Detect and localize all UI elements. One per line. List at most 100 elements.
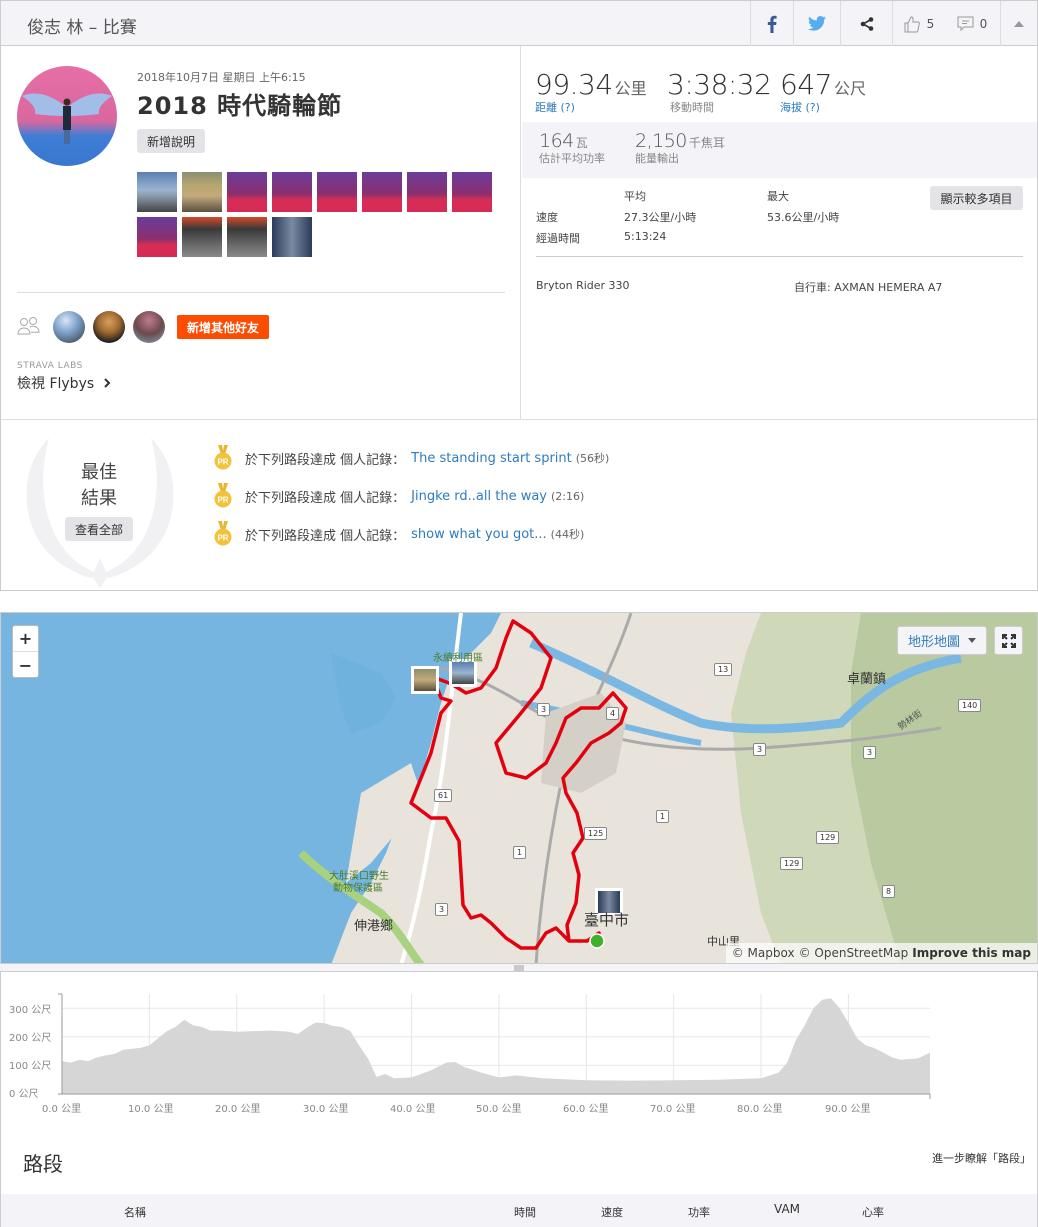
- pr-segment-link[interactable]: show what you got...: [411, 527, 547, 542]
- pr-medal-icon: PR: [214, 521, 232, 546]
- col-power[interactable]: 功率: [688, 1204, 710, 1220]
- photo-thumbnail[interactable]: [272, 217, 312, 257]
- pr-medal-icon: PR: [214, 445, 232, 470]
- photo-thumbnail[interactable]: [182, 217, 222, 257]
- view-flybys-link[interactable]: 檢視 Flybys: [17, 373, 111, 393]
- comments-button[interactable]: 0: [944, 1, 1000, 46]
- map-resize-handle[interactable]: [0, 964, 1038, 972]
- pr-segment-link[interactable]: Jingke rd..all the way: [411, 489, 547, 504]
- y-tick-label: 0 公尺: [9, 1089, 39, 1100]
- moving-time-value: 3:38:32: [667, 68, 772, 101]
- athlete-avatar[interactable]: [17, 66, 117, 166]
- pr-medal-icon: PR: [214, 483, 232, 508]
- route-shield: 61: [434, 789, 453, 802]
- route-shield: 1: [656, 810, 670, 823]
- route-map[interactable]: 卓蘭鎮 伸港鄉 中山里 臺中市 永續利用區 大肚溪口野生 動物保護區 勢林街 1…: [0, 612, 1038, 964]
- elapsed-label: 經過時間: [536, 232, 580, 245]
- energy-unit: 千焦耳: [688, 136, 725, 150]
- elapsed-value: 5:13:24: [624, 230, 667, 243]
- photo-thumbnail[interactable]: [272, 172, 312, 212]
- x-tick-label: 30.0 公里: [303, 1104, 349, 1115]
- elevation-label[interactable]: 海拔 (?): [780, 99, 866, 115]
- photo-thumbnail[interactable]: [407, 172, 447, 212]
- speed-max: 53.6公里/小時: [767, 211, 840, 224]
- add-friends-button[interactable]: 新增其他好友: [177, 315, 269, 339]
- bike-name[interactable]: 自行車: AXMAN HEMERA A7: [794, 279, 942, 295]
- x-tick-label: 80.0 公里: [737, 1104, 783, 1115]
- x-tick-label: 50.0 公里: [476, 1104, 522, 1115]
- map-type-label: 地形地圖: [907, 635, 960, 650]
- map-label: 臺中市: [584, 911, 630, 929]
- distance-label[interactable]: 距離 (?): [535, 99, 647, 115]
- col-time[interactable]: 時間: [514, 1204, 536, 1220]
- map-photo-marker[interactable]: [411, 666, 439, 694]
- best-title-line2: 結果: [81, 488, 117, 509]
- activity-title: 2018 時代騎輪節: [137, 92, 343, 120]
- col-heart-rate[interactable]: 心率: [862, 1204, 884, 1220]
- secondary-stats: 164 瓦 估計平均功率 2,150 千焦耳 能量輸出: [522, 122, 1037, 178]
- photo-thumbnail[interactable]: [137, 217, 177, 257]
- flyby-link-text: 檢視 Flybys: [17, 376, 95, 392]
- view-all-button[interactable]: 查看全部: [65, 517, 133, 541]
- segments-learn-more-link[interactable]: 進一步瞭解「路段」: [932, 1150, 1031, 1166]
- photo-thumbnail[interactable]: [227, 217, 267, 257]
- map-label: 永續利用區: [433, 653, 483, 664]
- map-label: 大肚溪口野生 動物保護區: [329, 871, 389, 895]
- x-tick-label: 70.0 公里: [650, 1104, 696, 1115]
- friend-avatar[interactable]: [53, 311, 85, 343]
- x-tick-label: 90.0 公里: [825, 1104, 871, 1115]
- photo-thumbnail[interactable]: [227, 172, 267, 212]
- pr-segment-link[interactable]: The standing start sprint: [411, 451, 572, 466]
- zoom-out-button[interactable]: −: [13, 652, 38, 678]
- route-shield: 8: [882, 885, 896, 898]
- share-button[interactable]: [840, 1, 892, 46]
- energy-stat: 2,150 千焦耳 能量輸出: [635, 130, 725, 166]
- stats-panel: 99.34 公里 距離 (?) 3:38:32 移動時間 647 公尺 海拔 (?)…: [522, 46, 1037, 419]
- activity-panel: 俊志 林 – 比賽 5 0 2018年10月7日 星期日 上午6:15 2018…: [0, 0, 1038, 591]
- x-tick-label: 0.0 公里: [42, 1104, 82, 1115]
- photo-thumbnail[interactable]: [452, 172, 492, 212]
- route-shield: 13: [714, 663, 733, 676]
- col-speed[interactable]: 速度: [601, 1204, 623, 1220]
- kudos-count: 5: [926, 16, 935, 31]
- kudos-button[interactable]: 5: [892, 1, 944, 46]
- x-tick-label: 10.0 公里: [128, 1104, 174, 1115]
- share-icon: [860, 16, 873, 31]
- collapse-button[interactable]: [1000, 1, 1037, 46]
- y-tick-label: 300 公尺: [9, 1005, 52, 1016]
- photo-thumbnail[interactable]: [182, 172, 222, 212]
- page-title: 俊志 林 – 比賽: [27, 18, 137, 38]
- zoom-in-button[interactable]: +: [13, 626, 38, 652]
- map-type-dropdown[interactable]: 地形地圖: [897, 626, 987, 655]
- elevation-chart[interactable]: 300 公尺 200 公尺 100 公尺 0 公尺 0.0 公里 10.0 公里…: [0, 972, 1038, 1122]
- show-more-button[interactable]: 顯示較多項目: [930, 186, 1023, 210]
- friend-avatar[interactable]: [93, 311, 125, 343]
- photo-thumbnail[interactable]: [137, 172, 177, 212]
- reserve-label-line2: 動物保護區: [333, 883, 383, 894]
- comment-icon: [957, 16, 974, 31]
- friend-avatar[interactable]: [133, 311, 165, 343]
- strava-labs-label: STRAVA LABS: [17, 361, 83, 371]
- col-name[interactable]: 名稱: [124, 1204, 146, 1220]
- route-shield: 4: [606, 707, 620, 720]
- mapbox-attribution[interactable]: © Mapbox: [732, 946, 795, 960]
- photo-thumbnail[interactable]: [362, 172, 402, 212]
- improve-map-link[interactable]: Improve this map: [912, 946, 1031, 960]
- segments-table-header: 名稱 時間 速度 功率 VAM 心率: [1, 1194, 1037, 1227]
- facebook-share-button[interactable]: [750, 1, 793, 46]
- osm-attribution[interactable]: © OpenStreetMap: [799, 946, 909, 960]
- twitter-share-button[interactable]: [793, 1, 840, 46]
- route-shield: 3: [435, 903, 449, 916]
- col-vam[interactable]: VAM: [774, 1202, 800, 1216]
- fullscreen-button[interactable]: [994, 626, 1023, 655]
- y-tick-label: 200 公尺: [9, 1033, 52, 1044]
- col-header-max: 最大: [767, 190, 789, 203]
- add-description-button[interactable]: 新增說明: [137, 129, 205, 153]
- group-icon: [17, 317, 40, 335]
- facebook-icon: [767, 15, 777, 33]
- elevation-value: 647: [780, 68, 832, 101]
- route-shield: 3: [863, 746, 877, 759]
- photo-thumbnail[interactable]: [317, 172, 357, 212]
- distance-stat: 99.34 公里 距離 (?): [535, 68, 647, 115]
- route-shield: 129: [816, 831, 840, 844]
